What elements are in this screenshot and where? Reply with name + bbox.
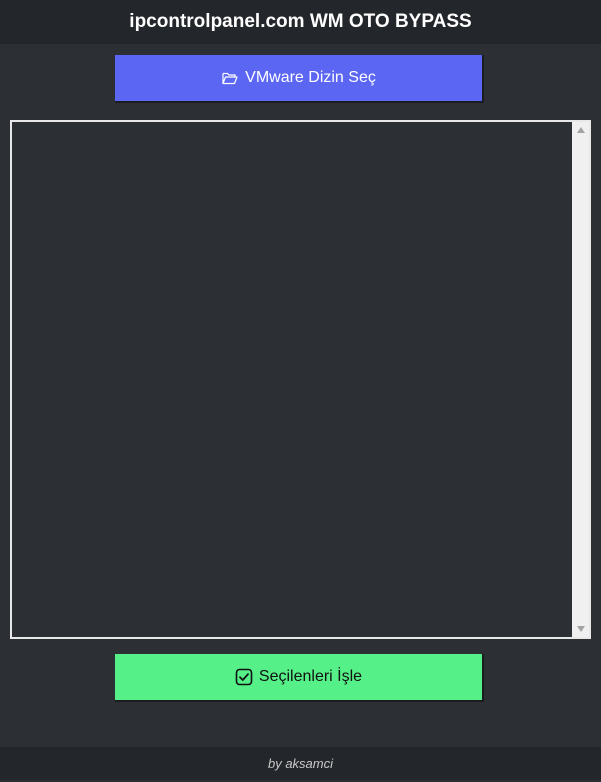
process-selected-button[interactable]: Seçilenleri İşle (115, 654, 484, 702)
process-selected-label: Seçilenleri İşle (258, 668, 363, 685)
arrow-down-icon (576, 626, 585, 632)
folder-open-icon (221, 69, 239, 87)
select-vmware-directory-label: VMware Dizin Seç (245, 69, 376, 86)
arrow-up-icon (576, 127, 585, 133)
scroll-down-arrow[interactable] (572, 622, 589, 636)
footer-bar: by aksamci (0, 747, 601, 780)
vm-list-box[interactable] (10, 120, 591, 639)
checkbox-checked-icon (235, 668, 253, 686)
header-bar: ipcontrolpanel.com WM OTO BYPASS (0, 0, 601, 44)
app-title: ipcontrolpanel.com WM OTO BYPASS (129, 11, 472, 32)
vm-list-area[interactable] (12, 122, 572, 637)
vertical-scrollbar[interactable] (572, 122, 589, 637)
select-vmware-directory-button[interactable]: VMware Dizin Seç (115, 55, 484, 103)
app-window: ipcontrolpanel.com WM OTO BYPASS VMware … (0, 0, 601, 782)
footer-credit: by aksamci (267, 756, 334, 771)
scroll-up-arrow[interactable] (572, 123, 589, 137)
